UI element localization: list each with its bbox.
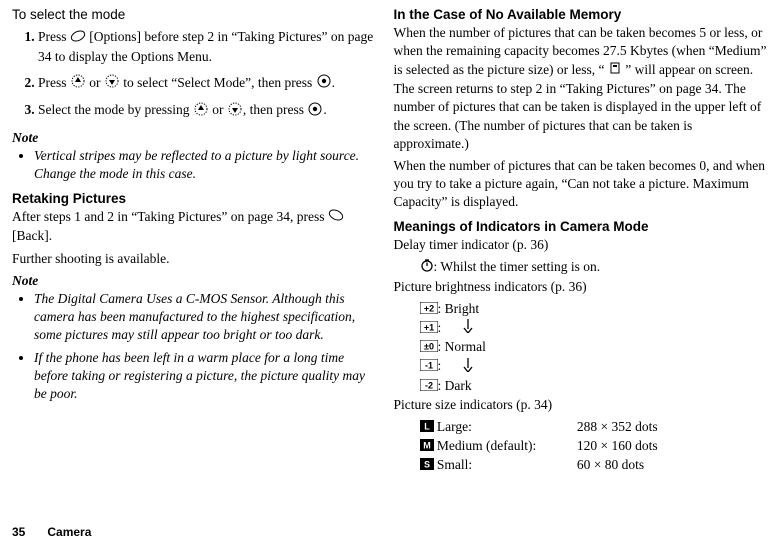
size-medium-name: Medium (default): (437, 437, 577, 455)
step2-text-c: . (332, 75, 335, 90)
bright-row-p2: +2 : Bright (420, 300, 768, 319)
step-2: Press or to select “Select Mode”, then p… (38, 74, 376, 94)
nav-down-icon (104, 74, 120, 93)
arrow-down-icon (463, 358, 473, 377)
page-number: 35 (12, 525, 25, 539)
brightness-p2-icon: +2 (420, 301, 438, 319)
delay-indicator-row: : Whilst the timer setting is on. (420, 258, 768, 278)
svg-text:±0: ±0 (424, 342, 434, 352)
timer-icon (420, 258, 434, 277)
brightness-line: Picture brightness indicators (p. 36) (394, 278, 768, 296)
nomem-p1: When the number of pictures that can be … (394, 24, 768, 153)
brightness-indicators: +2 : Bright +1: ±0 : Normal -1: -2 : Dark (394, 300, 768, 396)
bright-row-m2: -2 : Dark (420, 377, 768, 396)
center-key-icon (307, 102, 323, 121)
step2-text-b: to select “Select Mode”, then press (120, 75, 316, 90)
note-list-1: Vertical stripes may be reflected to a p… (12, 147, 376, 183)
svg-text:+2: +2 (423, 303, 433, 313)
note-heading-2: Note (12, 272, 376, 290)
size-line: Picture size indicators (p. 34) (394, 396, 768, 414)
note2a-item: The Digital Camera Uses a C-MOS Sensor. … (34, 290, 376, 345)
select-mode-heading: To select the mode (12, 6, 376, 24)
retake-p1-b: [Back]. (12, 228, 52, 243)
size-large-name: Large: (437, 418, 577, 436)
left-column: To select the mode Press [Options] befor… (12, 6, 390, 520)
bright-row-0: ±0 : Normal (420, 338, 768, 357)
step3-or: or (209, 102, 227, 117)
bright-label-normal: : Normal (438, 339, 486, 354)
brightness-0-icon: ±0 (420, 339, 438, 357)
retake-p2: Further shooting is available. (12, 250, 376, 268)
step-1: Press [Options] before step 2 in “Taking… (38, 28, 376, 66)
page-footer: 35 Camera (0, 520, 777, 540)
size-large-icon: L (420, 419, 434, 437)
section-name: Camera (47, 525, 91, 539)
svg-text:L: L (424, 421, 430, 431)
brightness-p1-icon: +1 (420, 320, 438, 338)
right-column: In the Case of No Available Memory When … (390, 6, 768, 520)
retaking-heading: Retaking Pictures (12, 190, 376, 208)
step1-text-a: Press (38, 29, 70, 44)
nav-up-icon (193, 102, 209, 121)
size-large-val: 288 × 352 dots (577, 419, 658, 434)
softkey-right-icon (70, 29, 86, 48)
bright-row-m1: -1: (420, 357, 768, 377)
size-small-icon: S (420, 457, 434, 475)
step2-or: or (86, 75, 104, 90)
size-small-name: Small: (437, 456, 577, 474)
nav-down-icon (227, 102, 243, 121)
steps-list: Press [Options] before step 2 in “Taking… (12, 28, 376, 121)
step1-text-b: [Options] before step 2 in “Taking Pictu… (38, 29, 373, 64)
step3-text-b: , then press (243, 102, 308, 117)
delay-line: Delay timer indicator (p. 36) (394, 236, 768, 254)
retake-p1-a: After steps 1 and 2 in “Taking Pictures”… (12, 209, 328, 224)
retake-p1: After steps 1 and 2 in “Taking Pictures”… (12, 208, 376, 246)
delay-desc: : Whilst the timer setting is on. (434, 259, 601, 274)
bright-label-bright: : Bright (438, 301, 480, 316)
size-row-medium: M Medium (default):120 × 160 dots (420, 437, 768, 456)
arrow-down-icon (463, 319, 473, 338)
note-list-2: The Digital Camera Uses a C-MOS Sensor. … (12, 290, 376, 403)
note2b-item: If the phone has been left in a warm pla… (34, 349, 376, 404)
nomem-p2: When the number of pictures that can be … (394, 157, 768, 212)
bright-row-p1: +1: (420, 319, 768, 339)
brightness-m1-icon: -1 (420, 358, 438, 376)
bright-label-mid2: : (438, 358, 442, 373)
svg-text:-2: -2 (424, 380, 432, 390)
svg-text:S: S (423, 460, 429, 470)
center-key-icon (316, 74, 332, 93)
memory-icon (608, 61, 622, 80)
svg-text:M: M (423, 440, 431, 450)
indicators-heading: Meanings of Indicators in Camera Mode (394, 218, 768, 236)
step2-text-a: Press (38, 75, 70, 90)
nav-up-icon (70, 74, 86, 93)
bright-label-mid1: : (438, 320, 442, 335)
size-small-val: 60 × 80 dots (577, 457, 644, 472)
brightness-m2-icon: -2 (420, 378, 438, 396)
page-content: To select the mode Press [Options] befor… (0, 0, 777, 520)
size-indicators: L Large:288 × 352 dots M Medium (default… (420, 418, 768, 475)
nomem-heading: In the Case of No Available Memory (394, 6, 768, 24)
note-heading-1: Note (12, 129, 376, 147)
size-row-small: S Small:60 × 80 dots (420, 456, 768, 475)
step3-text-a: Select the mode by pressing (38, 102, 193, 117)
size-medium-icon: M (420, 438, 434, 456)
svg-text:-1: -1 (424, 361, 432, 371)
softkey-left-icon (328, 208, 344, 227)
note1-item: Vertical stripes may be reflected to a p… (34, 147, 376, 183)
svg-text:+1: +1 (423, 322, 433, 332)
size-row-large: L Large:288 × 352 dots (420, 418, 768, 437)
bright-label-dark: : Dark (438, 378, 472, 393)
size-medium-val: 120 × 160 dots (577, 438, 658, 453)
step-3: Select the mode by pressing or , then pr… (38, 101, 376, 121)
step3-text-c: . (323, 102, 326, 117)
